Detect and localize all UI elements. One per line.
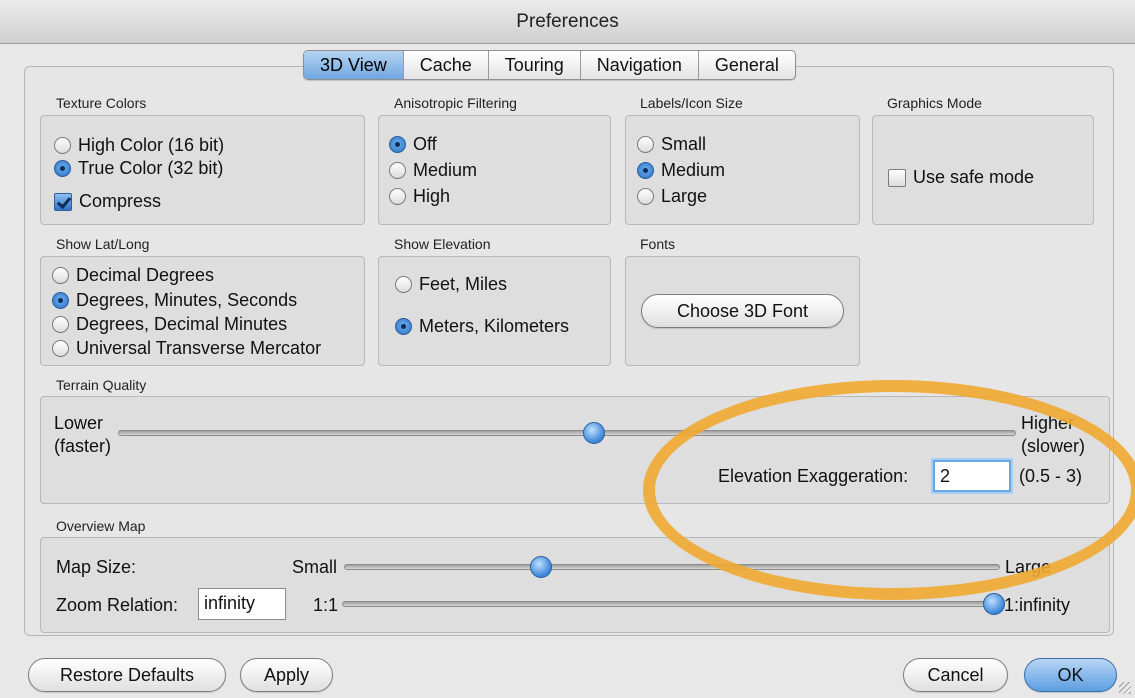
fonts-title: Fonts bbox=[640, 236, 676, 252]
radio-size-medium[interactable]: Medium bbox=[637, 160, 725, 181]
map-size-small-label: Small bbox=[292, 557, 338, 577]
radio-utm[interactable]: Universal Transverse Mercator bbox=[52, 338, 321, 359]
apply-button[interactable]: Apply bbox=[240, 658, 333, 692]
elevation-exaggeration-range: (0.5 - 3) bbox=[1019, 466, 1083, 486]
radio-dms-button[interactable] bbox=[52, 292, 69, 309]
radio-decimal-minutes-button[interactable] bbox=[52, 316, 69, 333]
terrain-lower-label: Lower bbox=[54, 413, 104, 433]
overview-map-title: Overview Map bbox=[56, 518, 146, 534]
radio-high-color-label: High Color (16 bit) bbox=[78, 135, 225, 155]
map-size-label: Map Size: bbox=[56, 557, 137, 577]
radio-aniso-high-label: High bbox=[413, 186, 451, 206]
radio-size-large-button[interactable] bbox=[637, 188, 654, 205]
radio-aniso-off[interactable]: Off bbox=[389, 134, 437, 155]
elevation-exaggeration-input[interactable]: 2 bbox=[933, 460, 1011, 492]
radio-meters-km[interactable]: Meters, Kilometers bbox=[395, 316, 569, 337]
radio-high-color-button[interactable] bbox=[54, 137, 71, 154]
radio-size-small-label: Small bbox=[661, 134, 707, 154]
tab-cache[interactable]: Cache bbox=[402, 51, 488, 79]
radio-size-large-label: Large bbox=[661, 186, 708, 206]
radio-high-color[interactable]: High Color (16 bit) bbox=[54, 135, 224, 156]
radio-feet-miles-button[interactable] bbox=[395, 276, 412, 293]
radio-utm-button[interactable] bbox=[52, 340, 69, 357]
zoom-relation-slider-knob[interactable] bbox=[983, 593, 1005, 615]
radio-size-large[interactable]: Large bbox=[637, 186, 707, 207]
terrain-higher-label: Higher bbox=[1021, 413, 1075, 433]
radio-decimal-minutes[interactable]: Degrees, Decimal Minutes bbox=[52, 314, 287, 335]
tab-3d-view[interactable]: 3D View bbox=[304, 51, 403, 79]
ok-button[interactable]: OK bbox=[1024, 658, 1117, 692]
terrain-quality-slider[interactable] bbox=[118, 430, 1016, 436]
zoom-relation-slider[interactable] bbox=[342, 601, 994, 607]
radio-utm-label: Universal Transverse Mercator bbox=[76, 338, 322, 358]
radio-aniso-high[interactable]: High bbox=[389, 186, 450, 207]
radio-decimal-degrees-label: Decimal Degrees bbox=[76, 265, 215, 285]
radio-feet-miles[interactable]: Feet, Miles bbox=[395, 274, 507, 295]
lat-long-title: Show Lat/Long bbox=[56, 236, 150, 252]
tab-bar: 3D View Cache Touring Navigation General bbox=[303, 50, 796, 80]
texture-colors-title: Texture Colors bbox=[56, 95, 147, 111]
radio-aniso-medium[interactable]: Medium bbox=[389, 160, 477, 181]
radio-true-color[interactable]: True Color (32 bit) bbox=[54, 158, 223, 179]
elevation-title: Show Elevation bbox=[394, 236, 491, 252]
radio-meters-km-button[interactable] bbox=[395, 318, 412, 335]
safe-mode-label: Use safe mode bbox=[913, 167, 1035, 187]
radio-decimal-degrees[interactable]: Decimal Degrees bbox=[52, 265, 214, 286]
terrain-quality-title: Terrain Quality bbox=[56, 377, 147, 393]
window-title: Preferences bbox=[0, 0, 1135, 44]
radio-true-color-button[interactable] bbox=[54, 160, 71, 177]
tab-navigation[interactable]: Navigation bbox=[579, 51, 698, 79]
map-size-slider[interactable] bbox=[344, 564, 1000, 570]
labels-icon-size-title: Labels/Icon Size bbox=[640, 95, 743, 111]
radio-size-small[interactable]: Small bbox=[637, 134, 706, 155]
anisotropic-title: Anisotropic Filtering bbox=[394, 95, 517, 111]
zoom-min-label: 1:1 bbox=[313, 595, 339, 615]
compress-check-icon[interactable] bbox=[54, 192, 72, 211]
safe-mode-checkbox[interactable]: Use safe mode bbox=[888, 167, 1034, 188]
compress-label: Compress bbox=[79, 191, 162, 211]
elevation-group bbox=[378, 256, 611, 366]
resize-grip-icon[interactable] bbox=[1119, 682, 1131, 694]
radio-aniso-off-button[interactable] bbox=[389, 136, 406, 153]
terrain-lower-sub: (faster) bbox=[54, 436, 112, 456]
zoom-relation-label: Zoom Relation: bbox=[56, 595, 179, 615]
radio-aniso-medium-button[interactable] bbox=[389, 162, 406, 179]
compress-checkbox[interactable]: Compress bbox=[54, 191, 161, 212]
radio-aniso-off-label: Off bbox=[413, 134, 437, 154]
tab-touring[interactable]: Touring bbox=[487, 51, 580, 79]
radio-decimal-minutes-label: Degrees, Decimal Minutes bbox=[76, 314, 288, 334]
cancel-button[interactable]: Cancel bbox=[903, 658, 1008, 692]
radio-aniso-high-button[interactable] bbox=[389, 188, 406, 205]
map-size-large-label: Large bbox=[1005, 557, 1052, 577]
radio-size-small-button[interactable] bbox=[637, 136, 654, 153]
radio-aniso-medium-label: Medium bbox=[413, 160, 478, 180]
radio-feet-miles-label: Feet, Miles bbox=[419, 274, 508, 294]
radio-dms-label: Degrees, Minutes, Seconds bbox=[76, 290, 298, 310]
radio-size-medium-button[interactable] bbox=[637, 162, 654, 179]
zoom-relation-input[interactable]: infinity bbox=[198, 588, 286, 620]
terrain-quality-slider-knob[interactable] bbox=[582, 422, 605, 444]
radio-decimal-degrees-button[interactable] bbox=[52, 267, 69, 284]
map-size-slider-knob[interactable] bbox=[529, 556, 552, 578]
zoom-max-label: 1:infinity bbox=[1004, 595, 1071, 615]
terrain-higher-sub: (slower) bbox=[1021, 436, 1086, 456]
safe-mode-check-icon[interactable] bbox=[888, 168, 906, 187]
restore-defaults-button[interactable]: Restore Defaults bbox=[28, 658, 226, 692]
choose-3d-font-button[interactable]: Choose 3D Font bbox=[641, 294, 844, 328]
radio-size-medium-label: Medium bbox=[661, 160, 726, 180]
radio-dms[interactable]: Degrees, Minutes, Seconds bbox=[52, 290, 297, 311]
radio-true-color-label: True Color (32 bit) bbox=[78, 158, 224, 178]
graphics-mode-title: Graphics Mode bbox=[887, 95, 982, 111]
tab-general[interactable]: General bbox=[697, 51, 795, 79]
elevation-exaggeration-label: Elevation Exaggeration: bbox=[718, 466, 909, 486]
radio-meters-km-label: Meters, Kilometers bbox=[419, 316, 570, 336]
